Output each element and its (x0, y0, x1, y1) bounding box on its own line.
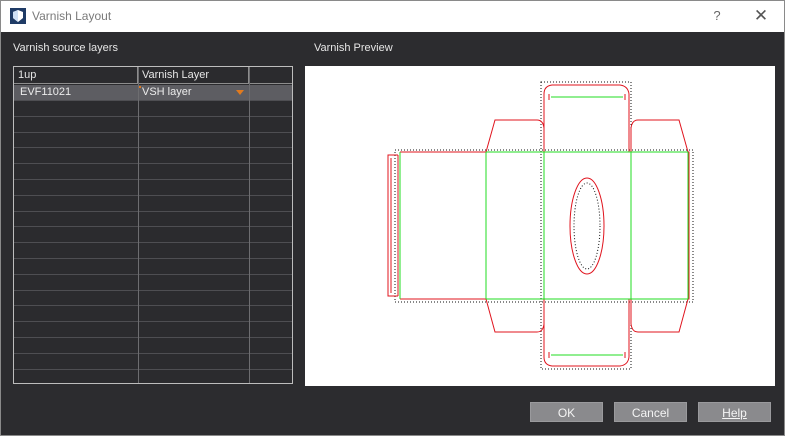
row-gridline (14, 132, 292, 133)
cell-marker (139, 86, 141, 88)
horizontal-creases (486, 151, 688, 300)
dieline-bleed-top-bottom (540, 81, 632, 370)
row-gridline (14, 369, 292, 370)
source-layers-grid[interactable]: 1up Varnish Layer EVF11021 VSH layer (13, 66, 293, 384)
row-gridline (14, 274, 292, 275)
row-gridline (14, 305, 292, 306)
row-gridline (14, 147, 292, 148)
column-gridline (249, 67, 250, 383)
help-button-label: Help (722, 406, 747, 420)
row-gridline (14, 258, 292, 259)
row-gridline (14, 179, 292, 180)
row-gridline (14, 116, 292, 117)
row-gridline (14, 353, 292, 354)
varnish-layout-dialog: Varnish Layout ? ✕ Varnish source layers… (0, 0, 785, 436)
row-gridline (14, 100, 292, 101)
column-header-1up[interactable]: 1up (14, 67, 138, 84)
help-button[interactable]: Help (698, 402, 771, 422)
app-logo-icon (10, 8, 26, 24)
help-icon[interactable]: ? (707, 6, 727, 26)
tuck-slits (548, 94, 626, 358)
column-header-varnish-layer[interactable]: Varnish Layer (138, 67, 249, 84)
row-gridline (14, 290, 292, 291)
right-dust-flap-top (630, 119, 689, 153)
window-bleed (573, 182, 601, 270)
varnish-preview-canvas (305, 66, 775, 386)
close-icon[interactable]: ✕ (749, 4, 773, 28)
row-gridline (14, 337, 292, 338)
vertical-creases (399, 152, 689, 299)
row-gridline (14, 163, 292, 164)
row-gridline (14, 195, 292, 196)
left-dust-flap-top (485, 119, 545, 153)
title-bar: Varnish Layout ? ✕ (1, 1, 784, 32)
row-gridline (14, 211, 292, 212)
bottom-flap-cut (543, 299, 630, 367)
cancel-button[interactable]: Cancel (614, 402, 687, 422)
column-header-extra[interactable] (249, 67, 292, 84)
tuck-creases (551, 96, 623, 356)
source-layers-label: Varnish source layers (13, 42, 118, 54)
column-gridline (138, 67, 139, 383)
window-title: Varnish Layout (32, 9, 112, 23)
row-gridline (14, 226, 292, 227)
chevron-down-icon[interactable] (236, 90, 244, 95)
right-dust-flap-bottom (630, 298, 689, 333)
cell-1up[interactable]: EVF11021 (20, 85, 71, 100)
left-dust-flap-bottom (485, 298, 545, 333)
row-gridline (14, 321, 292, 322)
glue-flap-cut (387, 154, 398, 297)
dieline-drawing (387, 81, 694, 370)
top-flap-cut (543, 84, 630, 152)
ok-button[interactable]: OK (530, 402, 603, 422)
preview-label: Varnish Preview (314, 42, 393, 54)
row-gridline (14, 242, 292, 243)
window-cut (569, 177, 605, 275)
cell-varnish-layer[interactable]: VSH layer (142, 85, 192, 100)
